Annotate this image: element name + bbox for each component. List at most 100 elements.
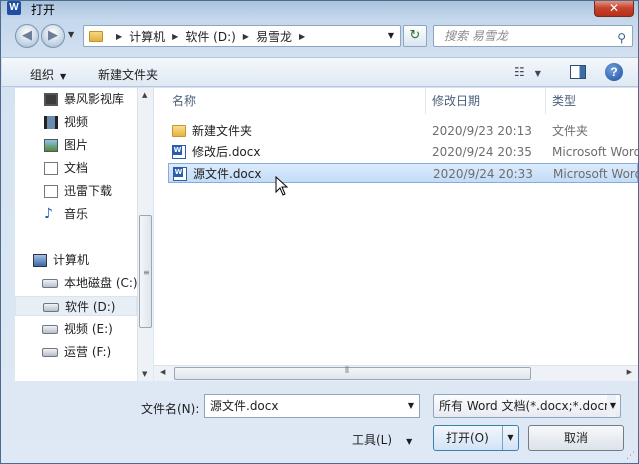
breadcrumb-computer[interactable]: 计算机 [129, 28, 165, 45]
chevron-down-icon[interactable]: ▼ [408, 395, 414, 417]
drive-icon [42, 348, 58, 357]
grip-icon: ≡ [143, 268, 150, 277]
sidebar-item-label: 文档 [64, 161, 89, 175]
resize-grip-icon[interactable]: ⋰ [626, 451, 635, 461]
sidebar-item-label: 暴风影视库 [64, 92, 125, 106]
drive-icon [42, 325, 58, 334]
video-icon [44, 116, 58, 129]
sidebar-item-label: 视频 [64, 115, 89, 129]
sidebar-item-pictures[interactable]: 图片 [15, 135, 137, 155]
chevron-right-icon[interactable]: ▶ [299, 32, 305, 41]
scrollbar-thumb[interactable]: ≡ [139, 215, 152, 328]
navigation-pane: 暴风影视库 视频 图片 文档 迅雷下载 ♪ 音乐 计算机 本地磁盘 (C:) 软… [15, 88, 152, 381]
file-name: 新建文件夹 [192, 124, 253, 138]
column-header-name[interactable]: 名称 [172, 88, 426, 114]
open-options-dropdown[interactable]: ▼ [502, 426, 518, 450]
sidebar-item-drive-e[interactable]: 视频 (E:) [15, 319, 137, 339]
word-app-icon: W [7, 1, 21, 15]
title-bar: W 打开 ✕ [1, 1, 638, 21]
file-list-horizontal-scrollbar[interactable]: ◀ ⦀ ▶ [154, 365, 638, 381]
sidebar-item-music[interactable]: ♪ 音乐 [15, 204, 137, 224]
close-button[interactable]: ✕ [594, 1, 634, 17]
sidebar-item-drive-c[interactable]: 本地磁盘 (C:) [15, 273, 138, 293]
chevron-down-icon: ▼ [534, 69, 541, 78]
sidebar-item-drive-f[interactable]: 运营 (F:) [15, 342, 137, 362]
file-type: Microsoft Word [552, 145, 638, 159]
sidebar-item-label: 本地磁盘 (C:) [64, 276, 138, 290]
back-arrow-icon: ◀ [22, 28, 32, 43]
video-library-icon [44, 93, 58, 106]
forward-arrow-icon: ▶ [48, 28, 58, 43]
chevron-right-icon[interactable]: ▶ [243, 32, 249, 41]
sidebar-item-label: 运营 (F:) [64, 345, 112, 359]
address-dropdown-icon[interactable]: ▼ [388, 31, 394, 40]
sidebar-item-label: 音乐 [64, 207, 89, 221]
sidebar-item-downloads[interactable]: 迅雷下载 [15, 181, 137, 201]
documents-icon [44, 162, 58, 175]
scroll-right-icon[interactable]: ▶ [627, 368, 632, 376]
sidebar-item-documents[interactable]: 文档 [15, 158, 137, 178]
preview-pane-icon[interactable] [570, 65, 586, 79]
drive-icon [43, 303, 59, 312]
tools-button[interactable]: 工具(L) ▼ [352, 431, 412, 448]
forward-button[interactable]: ▶ [41, 24, 65, 48]
open-file-dialog: W 打开 ✕ ◀ ▶ ▼ ▶ 计算机 ▶ 软件 (D:) ▶ 易雪龙 ▶ ▼ ↻… [0, 0, 639, 464]
recent-pages-dropdown[interactable]: ▼ [68, 30, 74, 39]
file-name-value: 源文件.docx [210, 399, 279, 413]
file-row-selected[interactable]: 源文件.docx 2020/9/24 20:33 Microsoft Word [168, 163, 638, 183]
word-doc-icon [173, 167, 187, 181]
breadcrumb-folder[interactable]: 易雪龙 [256, 28, 292, 45]
chevron-right-icon[interactable]: ▶ [116, 32, 122, 41]
scroll-up-icon[interactable]: ▲ [142, 91, 147, 99]
mouse-cursor-icon [275, 176, 289, 196]
sidebar-item-videos[interactable]: 视频 [15, 112, 137, 132]
sidebar-item-label: 图片 [64, 138, 89, 152]
change-view-button[interactable]: ☷ ▼ [514, 65, 541, 79]
sidebar-item-computer[interactable]: 计算机 [15, 250, 137, 270]
cancel-button[interactable]: 取消 [528, 425, 624, 451]
command-toolbar: 组织 ▼ 新建文件夹 ☷ ▼ ? [2, 57, 638, 87]
file-type: 文件夹 [552, 124, 589, 138]
music-icon: ♪ [44, 206, 53, 222]
sidebar-item-label: 软件 (D:) [65, 300, 116, 314]
help-icon[interactable]: ? [605, 63, 623, 81]
sidebar-item-video-library[interactable]: 暴风影视库 [15, 89, 137, 109]
file-name-input[interactable]: 源文件.docx ▼ [204, 394, 420, 418]
chevron-right-icon[interactable]: ▶ [172, 32, 178, 41]
refresh-button[interactable]: ↻ [403, 25, 427, 47]
search-icon[interactable]: ⚲ [617, 28, 626, 48]
organize-button[interactable]: 组织 ▼ [30, 66, 66, 83]
column-header-type[interactable]: 类型 [552, 88, 638, 114]
view-list-icon: ☷ [514, 65, 525, 79]
sidebar-item-label: 视频 (E:) [64, 322, 113, 336]
new-folder-button[interactable]: 新建文件夹 [98, 66, 158, 83]
open-button[interactable]: 打开(O) ▼ [433, 425, 519, 451]
file-date: 2020/9/24 20:33 [433, 167, 533, 181]
system-drive-icon [42, 279, 58, 288]
file-date: 2020/9/23 20:13 [432, 124, 532, 138]
file-name: 修改后.docx [192, 145, 261, 159]
sidebar-scrollbar[interactable]: ▲ ≡ ▼ [137, 88, 153, 381]
refresh-icon: ↻ [409, 28, 421, 43]
sidebar-item-label: 计算机 [53, 253, 90, 267]
column-header-date[interactable]: 修改日期 [432, 88, 546, 114]
chevron-down-icon: ▼ [606, 395, 616, 417]
address-bar[interactable]: ▶ 计算机 ▶ 软件 (D:) ▶ 易雪龙 ▶ ▼ [83, 25, 401, 47]
breadcrumb-drive-d[interactable]: 软件 (D:) [185, 28, 235, 45]
grip-icon: ⦀ [345, 366, 349, 376]
window-title: 打开 [31, 3, 56, 17]
file-type-filter-select[interactable]: 所有 Word 文档(*.docx;*.docm ▼ [433, 394, 621, 418]
scrollbar-thumb[interactable]: ⦀ [174, 366, 531, 380]
tools-label: 工具(L) [352, 433, 393, 447]
search-input[interactable]: 搜索 易雪龙 ⚲ [433, 25, 633, 47]
sidebar-item-drive-d[interactable]: 软件 (D:) [15, 296, 137, 316]
chevron-down-icon: ▼ [406, 437, 413, 446]
back-button[interactable]: ◀ [15, 24, 39, 48]
sidebar-item-label: 迅雷下载 [64, 184, 113, 198]
file-name: 源文件.docx [193, 167, 262, 181]
file-row[interactable]: 修改后.docx 2020/9/24 20:35 Microsoft Word [168, 142, 638, 162]
file-type: Microsoft Word [553, 167, 638, 181]
scroll-down-icon[interactable]: ▼ [142, 370, 147, 378]
scroll-left-icon[interactable]: ◀ [160, 368, 165, 376]
file-row[interactable]: 新建文件夹 2020/9/23 20:13 文件夹 [168, 121, 638, 141]
